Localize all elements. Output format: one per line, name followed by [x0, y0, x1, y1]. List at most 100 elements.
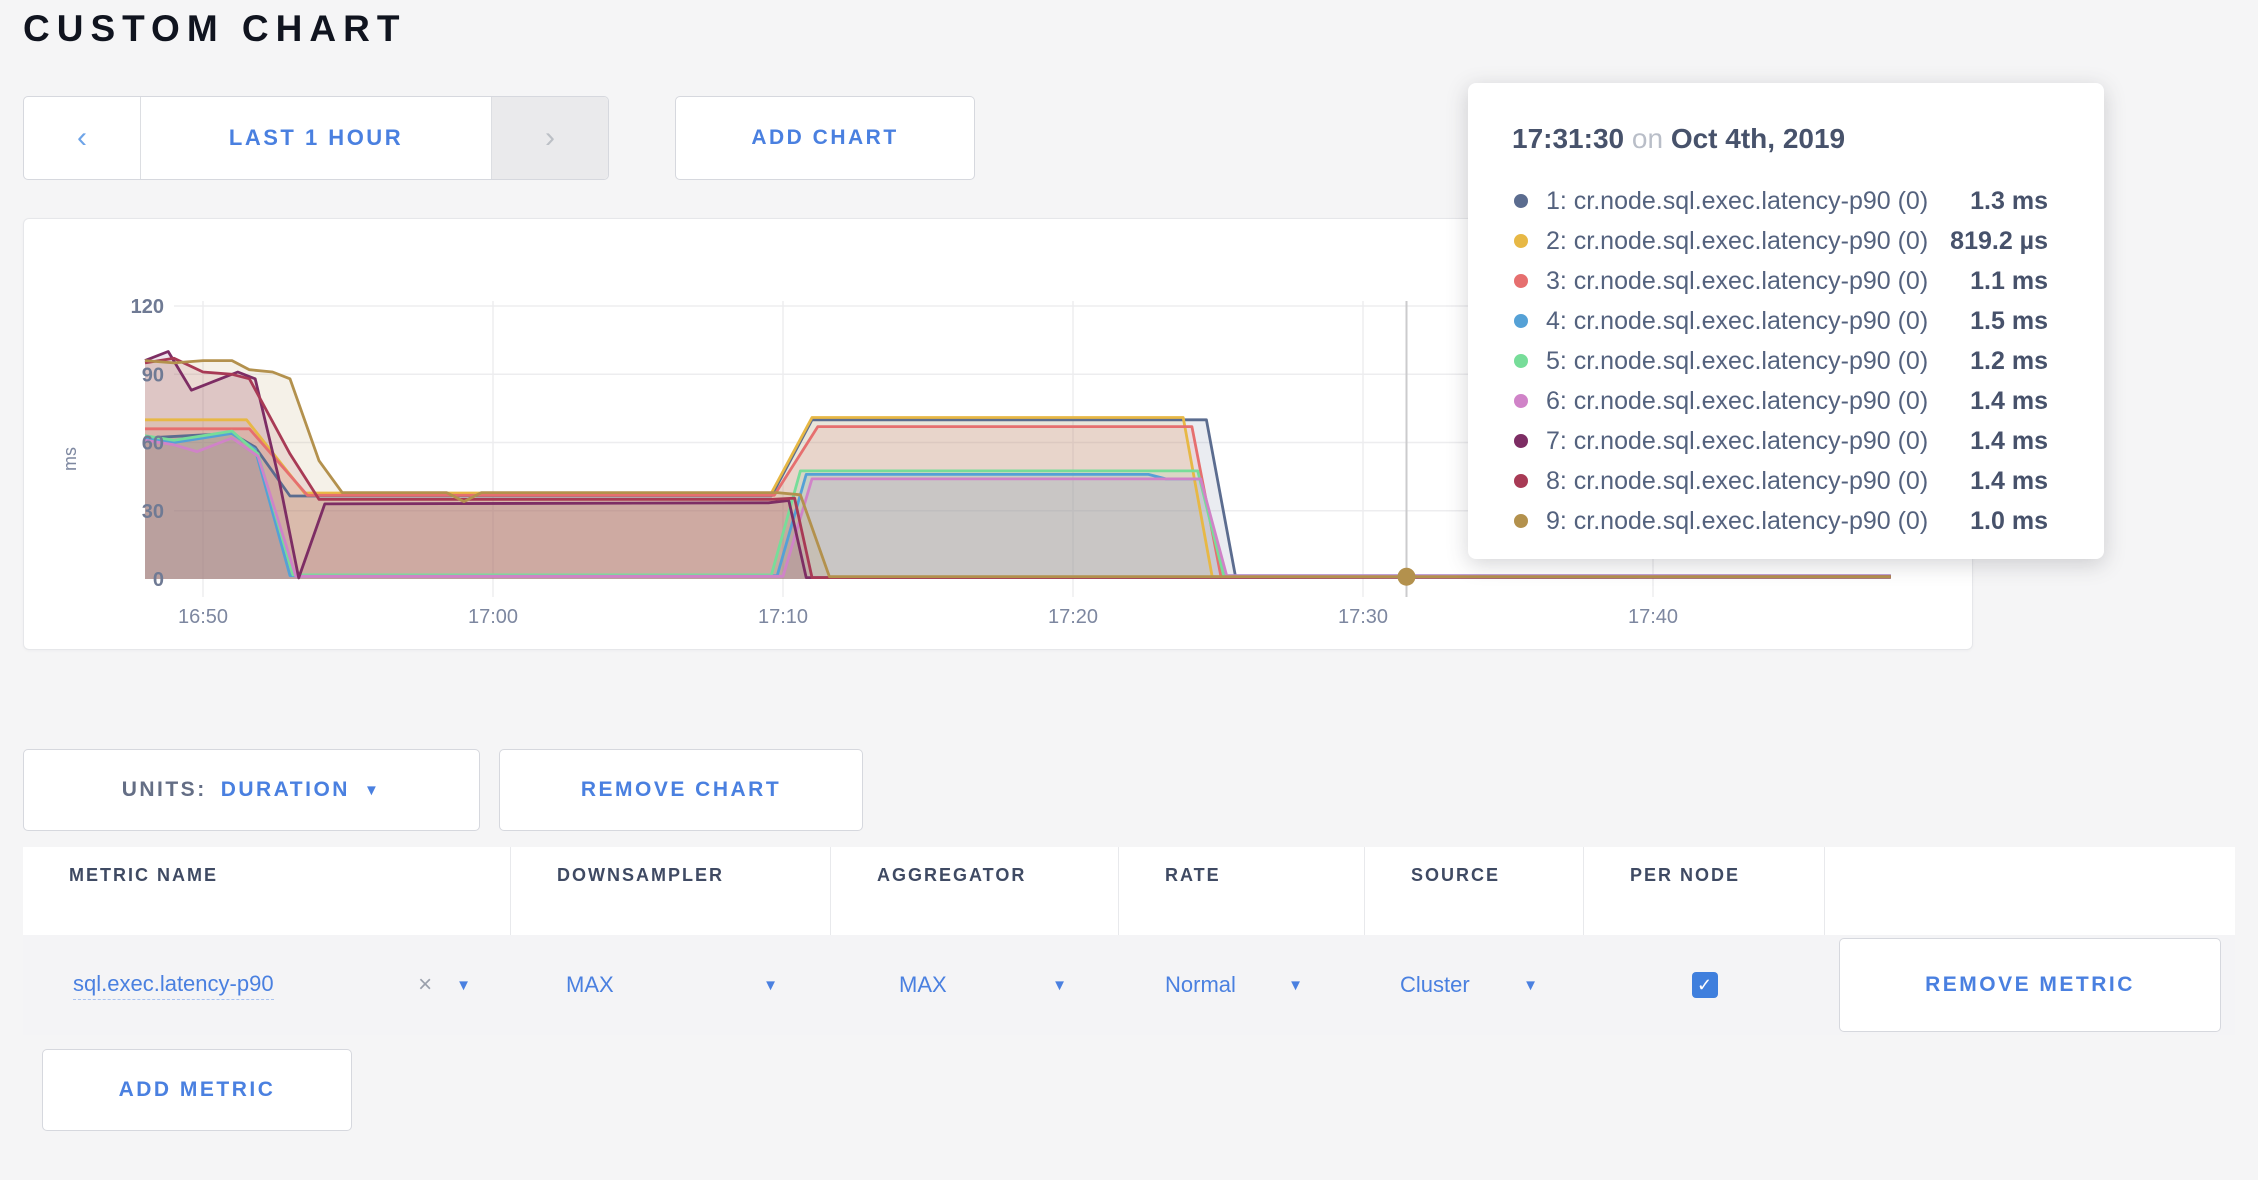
- series-label: 1: cr.node.sql.exec.latency-p90 (0): [1546, 187, 1970, 216]
- source-dropdown[interactable]: Cluster ▼: [1365, 972, 1584, 998]
- series-value: 1.3 ms: [1970, 187, 2048, 216]
- per-node-checkbox[interactable]: ✓: [1692, 972, 1718, 998]
- tooltip-date: Oct 4th, 2019: [1671, 123, 1845, 154]
- series-label: 8: cr.node.sql.exec.latency-p90 (0): [1546, 467, 1970, 496]
- tooltip-timestamp: 17:31:30 on Oct 4th, 2019: [1512, 123, 2048, 155]
- tooltip-series-row: 3: cr.node.sql.exec.latency-p90 (0) 1.1 …: [1504, 261, 2048, 301]
- column-header-rate: RATE: [1119, 847, 1365, 935]
- units-dropdown[interactable]: UNITS: DURATION ▼: [23, 749, 480, 831]
- time-window-prev-button[interactable]: ‹: [24, 97, 140, 179]
- metric-clear-group: × ▼: [418, 971, 471, 999]
- tooltip-series-row: 7: cr.node.sql.exec.latency-p90 (0) 1.4 …: [1504, 421, 2048, 461]
- series-value: 1.4 ms: [1970, 467, 2048, 496]
- series-value: 1.0 ms: [1970, 507, 2048, 536]
- series-color-dot: [1514, 434, 1528, 448]
- series-label: 3: cr.node.sql.exec.latency-p90 (0): [1546, 267, 1970, 296]
- chevron-down-icon: ▼: [1523, 977, 1538, 994]
- column-header-aggregator: AGGREGATOR: [831, 847, 1119, 935]
- svg-text:120: 120: [131, 296, 164, 318]
- aggregator-dropdown[interactable]: MAX ▼: [831, 972, 1119, 998]
- clear-metric-icon[interactable]: ×: [418, 971, 432, 999]
- svg-text:16:50: 16:50: [178, 606, 228, 628]
- actions-cell: REMOVE METRIC: [1825, 938, 2235, 1032]
- chevron-down-icon: ▼: [1052, 977, 1067, 994]
- downsampler-dropdown[interactable]: MAX ▼: [511, 972, 831, 998]
- series-label: 4: cr.node.sql.exec.latency-p90 (0): [1546, 307, 1970, 336]
- svg-text:ms: ms: [60, 447, 80, 471]
- metric-table: METRIC NAME DOWNSAMPLER AGGREGATOR RATE …: [23, 847, 2235, 1035]
- source-value: Cluster: [1400, 972, 1470, 998]
- series-label: 2: cr.node.sql.exec.latency-p90 (0): [1546, 227, 1950, 256]
- series-label: 7: cr.node.sql.exec.latency-p90 (0): [1546, 427, 1970, 456]
- remove-chart-button[interactable]: REMOVE CHART: [499, 749, 863, 831]
- rate-value: Normal: [1165, 972, 1236, 998]
- chart-hover-tooltip: 17:31:30 on Oct 4th, 2019 1: cr.node.sql…: [1468, 83, 2104, 559]
- time-window-next-button[interactable]: ›: [492, 97, 608, 179]
- add-chart-button[interactable]: ADD CHART: [675, 96, 975, 180]
- rate-dropdown[interactable]: Normal ▼: [1119, 972, 1365, 998]
- series-value: 1.4 ms: [1970, 427, 2048, 456]
- chevron-right-icon: ›: [545, 121, 555, 155]
- column-header-per-node: PER NODE: [1584, 847, 1825, 935]
- series-label: 5: cr.node.sql.exec.latency-p90 (0): [1546, 347, 1970, 376]
- chevron-down-icon[interactable]: ▼: [456, 977, 471, 994]
- series-color-dot: [1514, 354, 1528, 368]
- chevron-down-icon: ▼: [763, 977, 778, 994]
- column-header-metric-name: METRIC NAME: [23, 847, 511, 935]
- tooltip-series-row: 4: cr.node.sql.exec.latency-p90 (0) 1.5 …: [1504, 301, 2048, 341]
- column-header-actions: [1825, 847, 2235, 935]
- svg-text:17:20: 17:20: [1048, 606, 1098, 628]
- chevron-down-icon: ▼: [1288, 977, 1303, 994]
- time-window-label[interactable]: LAST 1 HOUR: [140, 97, 492, 179]
- page-title: CUSTOM CHART: [23, 8, 406, 50]
- tooltip-conjunction: on: [1632, 123, 1663, 154]
- series-label: 6: cr.node.sql.exec.latency-p90 (0): [1546, 387, 1970, 416]
- series-color-dot: [1514, 394, 1528, 408]
- tooltip-series-row: 8: cr.node.sql.exec.latency-p90 (0) 1.4 …: [1504, 461, 2048, 501]
- series-value: 1.2 ms: [1970, 347, 2048, 376]
- tooltip-series-row: 1: cr.node.sql.exec.latency-p90 (0) 1.3 …: [1504, 181, 2048, 221]
- series-color-dot: [1514, 314, 1528, 328]
- series-label: 9: cr.node.sql.exec.latency-p90 (0): [1546, 507, 1970, 536]
- downsampler-value: MAX: [566, 972, 614, 998]
- tooltip-series-row: 5: cr.node.sql.exec.latency-p90 (0) 1.2 …: [1504, 341, 2048, 381]
- series-color-dot: [1514, 234, 1528, 248]
- per-node-cell: ✓: [1584, 972, 1825, 998]
- svg-text:60: 60: [142, 433, 164, 455]
- svg-text:17:30: 17:30: [1338, 606, 1388, 628]
- column-header-source: SOURCE: [1365, 847, 1584, 935]
- tooltip-series-row: 2: cr.node.sql.exec.latency-p90 (0) 819.…: [1504, 221, 2048, 261]
- svg-text:17:00: 17:00: [468, 606, 518, 628]
- metric-table-header: METRIC NAME DOWNSAMPLER AGGREGATOR RATE …: [23, 847, 2235, 935]
- tooltip-time: 17:31:30: [1512, 123, 1624, 154]
- metric-name-cell: sql.exec.latency-p90 × ▼: [23, 971, 511, 1000]
- remove-metric-button[interactable]: REMOVE METRIC: [1839, 938, 2221, 1032]
- add-metric-button[interactable]: ADD METRIC: [42, 1049, 352, 1131]
- svg-text:30: 30: [142, 501, 164, 523]
- series-color-dot: [1514, 514, 1528, 528]
- series-value: 1.5 ms: [1970, 307, 2048, 336]
- chevron-down-icon: ▼: [364, 782, 381, 799]
- chevron-left-icon: ‹: [77, 121, 87, 155]
- series-color-dot: [1514, 194, 1528, 208]
- check-icon: ✓: [1697, 975, 1712, 996]
- metric-row: sql.exec.latency-p90 × ▼ MAX ▼ MAX ▼ Nor…: [23, 935, 2235, 1035]
- svg-text:0: 0: [153, 569, 164, 591]
- svg-text:90: 90: [142, 364, 164, 386]
- series-value: 819.2 µs: [1950, 227, 2048, 256]
- tooltip-series-list: 1: cr.node.sql.exec.latency-p90 (0) 1.3 …: [1504, 181, 2048, 541]
- series-value: 1.1 ms: [1970, 267, 2048, 296]
- metric-name-link[interactable]: sql.exec.latency-p90: [73, 971, 274, 1000]
- series-color-dot: [1514, 474, 1528, 488]
- svg-text:17:10: 17:10: [758, 606, 808, 628]
- custom-chart-page: CUSTOM CHART ‹ LAST 1 HOUR › ADD CHART 0…: [0, 0, 2258, 1180]
- units-value: DURATION: [221, 778, 350, 802]
- tooltip-series-row: 6: cr.node.sql.exec.latency-p90 (0) 1.4 …: [1504, 381, 2048, 421]
- column-header-downsampler: DOWNSAMPLER: [511, 847, 831, 935]
- series-value: 1.4 ms: [1970, 387, 2048, 416]
- tooltip-series-row: 9: cr.node.sql.exec.latency-p90 (0) 1.0 …: [1504, 501, 2048, 541]
- aggregator-value: MAX: [899, 972, 947, 998]
- svg-text:17:40: 17:40: [1628, 606, 1678, 628]
- time-window-selector: ‹ LAST 1 HOUR ›: [23, 96, 609, 180]
- series-color-dot: [1514, 274, 1528, 288]
